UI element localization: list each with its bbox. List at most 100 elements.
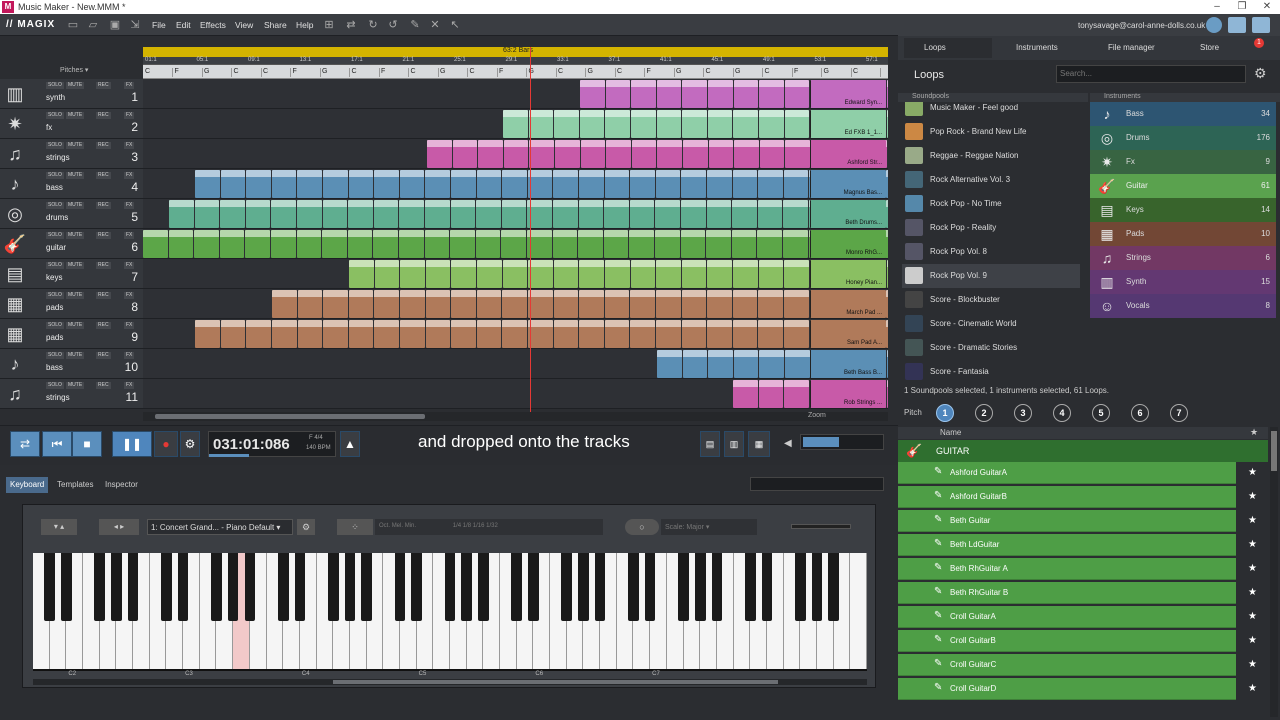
loop-clip[interactable] bbox=[451, 260, 476, 288]
mute-button[interactable]: MUTE bbox=[66, 352, 85, 359]
track-lane-11[interactable]: Rob Strings ... bbox=[143, 379, 888, 409]
fx-button[interactable]: FX bbox=[124, 142, 135, 149]
black-key[interactable] bbox=[528, 553, 539, 621]
menu-edit[interactable]: Edit bbox=[176, 20, 191, 30]
tab-keyboard[interactable]: Keyboard bbox=[6, 477, 49, 493]
loop-clip[interactable] bbox=[297, 290, 323, 318]
loop-clip[interactable] bbox=[554, 110, 579, 138]
loop-clip[interactable] bbox=[887, 80, 888, 108]
loop-clip[interactable] bbox=[784, 320, 809, 348]
zoom-label[interactable]: Zoom bbox=[808, 412, 826, 419]
chord-marker[interactable]: G bbox=[676, 68, 704, 77]
loop-clip[interactable] bbox=[604, 170, 630, 198]
loop-clip[interactable] bbox=[502, 320, 527, 348]
loop-clip[interactable] bbox=[399, 200, 424, 228]
scale-select[interactable]: Scale: Major ▾ bbox=[661, 519, 757, 535]
loop-clip[interactable] bbox=[245, 200, 271, 228]
rec-button[interactable]: REC bbox=[96, 262, 111, 269]
loop-clip[interactable] bbox=[553, 170, 578, 198]
loop-clip[interactable] bbox=[681, 260, 707, 288]
loop-clip[interactable] bbox=[527, 170, 553, 198]
black-key[interactable] bbox=[578, 553, 589, 621]
chord-marker[interactable]: C bbox=[765, 68, 793, 77]
rec-button[interactable]: REC bbox=[96, 382, 111, 389]
loop-clip-label[interactable]: Beth Drums... bbox=[810, 200, 886, 228]
rec-button[interactable]: REC bbox=[96, 232, 111, 239]
loop-clip[interactable] bbox=[220, 320, 246, 348]
loop-clip[interactable] bbox=[528, 260, 553, 288]
loop-row-handle[interactable] bbox=[898, 534, 930, 556]
loop-clip[interactable] bbox=[348, 320, 374, 348]
black-key[interactable] bbox=[811, 553, 823, 621]
loop-clip[interactable] bbox=[732, 290, 758, 318]
loop-clip[interactable] bbox=[425, 290, 451, 318]
chord-marker[interactable]: F bbox=[293, 68, 321, 77]
black-key[interactable] bbox=[394, 553, 406, 621]
loop-clip[interactable] bbox=[681, 170, 706, 198]
cut-tool-icon[interactable]: ✕ bbox=[428, 18, 442, 32]
loop-clip[interactable] bbox=[707, 320, 732, 348]
rec-button[interactable]: REC bbox=[96, 292, 111, 299]
loop-clip[interactable] bbox=[707, 170, 732, 198]
black-key[interactable] bbox=[744, 553, 756, 621]
loop-clip[interactable] bbox=[681, 320, 707, 348]
mute-button[interactable]: MUTE bbox=[66, 82, 85, 89]
menu-help[interactable]: Help bbox=[296, 20, 313, 30]
pitch-button-2[interactable]: 2 bbox=[975, 404, 993, 422]
instrument-settings-icon[interactable]: ⚙ bbox=[297, 519, 315, 535]
favorite-star-icon[interactable]: ★ bbox=[1248, 611, 1257, 622]
loop-clip[interactable] bbox=[427, 140, 452, 168]
loop-clip[interactable] bbox=[450, 230, 475, 258]
loop-clip[interactable] bbox=[657, 140, 682, 168]
tab-loops[interactable]: Loops bbox=[904, 38, 992, 58]
black-key[interactable] bbox=[678, 553, 689, 621]
favorite-star-icon[interactable]: ★ bbox=[1248, 563, 1257, 574]
loop-clip[interactable] bbox=[579, 110, 605, 138]
loop-clip[interactable] bbox=[578, 200, 604, 228]
pointer-tool-icon[interactable]: ↖ bbox=[448, 18, 462, 32]
loop-clip[interactable] bbox=[502, 260, 528, 288]
chord-marker[interactable]: F bbox=[381, 68, 409, 77]
mute-button[interactable]: MUTE bbox=[66, 172, 85, 179]
solo-button[interactable]: SOLO bbox=[46, 142, 64, 149]
loop-clip[interactable] bbox=[374, 260, 400, 288]
loop-clip[interactable] bbox=[143, 230, 168, 258]
chord-marker[interactable]: C bbox=[411, 68, 439, 77]
loop-clip[interactable] bbox=[374, 290, 399, 318]
chord-marker[interactable]: C bbox=[263, 68, 291, 77]
fx-button[interactable]: FX bbox=[124, 202, 135, 209]
black-key[interactable] bbox=[411, 553, 422, 621]
mute-button[interactable]: MUTE bbox=[66, 112, 85, 119]
black-key[interactable] bbox=[161, 553, 172, 621]
instrument-pads[interactable]: ▦ Pads 10 bbox=[1090, 222, 1276, 246]
redo-icon[interactable]: ↻ bbox=[366, 18, 380, 32]
loop-clip[interactable] bbox=[734, 140, 759, 168]
loop-clip[interactable] bbox=[476, 290, 502, 318]
pitch-button-1[interactable]: 1 bbox=[936, 404, 954, 422]
restore-icon[interactable]: ❐ bbox=[1230, 0, 1254, 14]
mixer-icon[interactable]: ⊞ bbox=[322, 18, 336, 32]
loop-clip[interactable] bbox=[271, 170, 297, 198]
loop-clip[interactable] bbox=[656, 290, 681, 318]
loop-clip[interactable] bbox=[374, 320, 399, 348]
loop-clip[interactable] bbox=[708, 350, 733, 378]
arp-controls[interactable]: Oct. Mel. Min. 1/4 1/8 1/16 1/32 bbox=[375, 519, 603, 535]
favorite-star-icon[interactable]: ★ bbox=[1248, 635, 1257, 646]
instrument-guitar[interactable]: 🎸 Guitar 61 bbox=[1090, 174, 1276, 198]
loop-clip[interactable] bbox=[784, 110, 810, 138]
scale-toggle[interactable]: ○ bbox=[625, 519, 659, 535]
black-key[interactable] bbox=[361, 553, 372, 621]
loop-clip[interactable] bbox=[347, 230, 373, 258]
rec-button[interactable]: REC bbox=[96, 142, 111, 149]
loop-row-handle[interactable] bbox=[898, 510, 930, 532]
favorite-column-icon[interactable]: ★ bbox=[1250, 427, 1258, 438]
loop-clip[interactable] bbox=[758, 260, 784, 288]
octave-switch[interactable]: ▾ ▴ bbox=[41, 519, 77, 535]
instrument-select[interactable]: 1: Concert Grand... - Piano Default ▾ bbox=[147, 519, 293, 535]
track-header-8[interactable]: ▦ SOLO MUTE REC FX pads 8 bbox=[0, 289, 143, 319]
black-key[interactable] bbox=[227, 553, 239, 621]
chord-marker[interactable]: F bbox=[175, 68, 203, 77]
tab-inspector[interactable]: Inspector bbox=[101, 477, 142, 493]
pitch-button-7[interactable]: 7 bbox=[1170, 404, 1188, 422]
loop-clip[interactable] bbox=[501, 200, 527, 228]
